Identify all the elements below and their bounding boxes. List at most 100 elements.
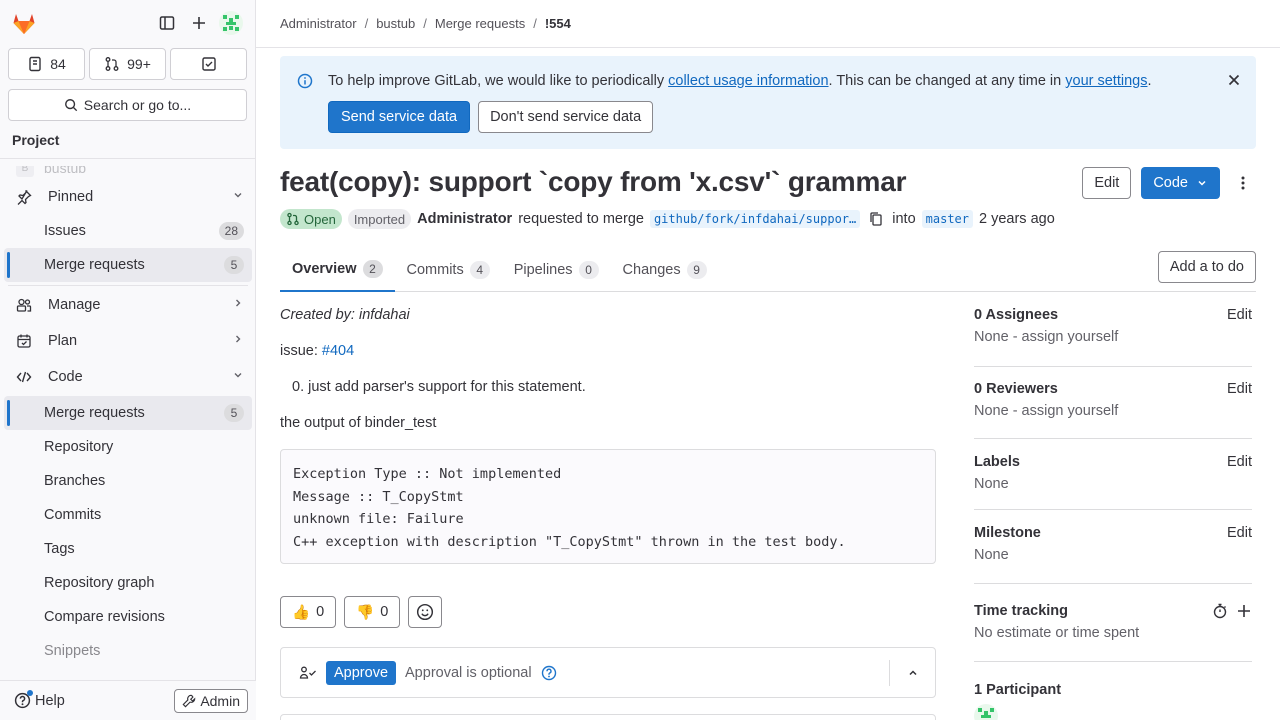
main-content: Administrator / bustub / Merge requests … [256, 0, 1280, 720]
sidebar-item-pinned-merge-requests[interactable]: Merge requests 5 [4, 248, 252, 282]
issues-count-button[interactable]: 84 [8, 48, 85, 80]
thumbs-down-button[interactable]: 👎 0 [344, 596, 401, 628]
merge-requests-badge: 5 [224, 404, 244, 422]
plus-icon[interactable] [183, 7, 215, 39]
approval-icon [299, 666, 316, 679]
sidebar-item-tags[interactable]: Tags [4, 532, 252, 566]
approval-status: Approval is optional [405, 664, 532, 681]
breadcrumb-separator: / [533, 16, 537, 31]
pin-icon [16, 189, 32, 205]
sidebar-item-manage[interactable]: Manage [4, 288, 252, 322]
tab-changes[interactable]: Changes 9 [611, 248, 719, 291]
todo-button[interactable] [170, 48, 247, 80]
tab-overview[interactable]: Overview 2 [280, 248, 395, 292]
sidebar-item-label: Commits [44, 507, 102, 523]
merge-request-icon [105, 57, 119, 71]
your-settings-link[interactable]: your settings [1065, 73, 1147, 89]
sidebar-item-commits[interactable]: Commits [4, 498, 252, 532]
collect-usage-link[interactable]: collect usage information [668, 73, 828, 89]
output-label: the output of binder_test [280, 415, 437, 431]
time-tracking-section: Time tracking No estimate or time spent [974, 584, 1252, 662]
project-item[interactable]: B bustub [0, 166, 256, 177]
admin-label: Admin [200, 692, 240, 709]
sidebar-item-label: Issues [44, 223, 86, 239]
sidebar-item-plan[interactable]: Plan [4, 324, 252, 358]
sidebar-item-merge-requests[interactable]: Merge requests 5 [4, 396, 252, 430]
issue-prefix: issue: [280, 343, 322, 359]
sidebar-item-code[interactable]: Code [4, 360, 252, 394]
copy-branch-icon[interactable] [868, 211, 884, 227]
tab-count: 0 [578, 260, 599, 279]
edit-button[interactable]: Edit [1082, 167, 1132, 199]
add-reaction-button[interactable] [408, 596, 443, 628]
milestone-edit-button[interactable]: Edit [1227, 525, 1252, 541]
sidebar-item-label: Manage [48, 297, 101, 313]
sidebar-pinned-toggle[interactable]: Pinned [4, 180, 252, 214]
stopwatch-icon[interactable] [1212, 603, 1228, 619]
sidebar-item-label: Tags [44, 541, 75, 557]
sidebar-bottom: Help Admin [0, 680, 256, 720]
dont-send-service-data-button[interactable]: Don't send service data [478, 101, 654, 133]
tab-pipelines[interactable]: Pipelines 0 [502, 248, 611, 291]
author-link[interactable]: Administrator [417, 211, 512, 227]
thumbs-up-button[interactable]: 👍 0 [280, 596, 337, 628]
reviewers-title: 0 Reviewers [974, 381, 1058, 397]
sidebar-item-compare-revisions[interactable]: Compare revisions [4, 600, 252, 634]
code-icon [16, 369, 32, 385]
sidebar-item-snippets[interactable]: Snippets [4, 634, 252, 668]
search-button[interactable]: Search or go to... [8, 89, 247, 121]
page-title: feat(copy): support `copy from 'x.csv'` … [280, 166, 907, 197]
plus-icon[interactable] [1236, 603, 1252, 619]
labels-edit-button[interactable]: Edit [1227, 454, 1252, 470]
sidebar-toggle-icon[interactable] [151, 7, 183, 39]
sidebar-item-repository[interactable]: Repository [4, 430, 252, 464]
chevron-up-icon[interactable] [889, 660, 935, 686]
chevron-down-icon [232, 369, 244, 385]
breadcrumb-item[interactable]: bustub [376, 16, 415, 31]
mr-tabs: Overview 2 Commits 4 Pipelines 0 Changes… [280, 248, 1256, 292]
approval-widget: Approve Approval is optional [280, 647, 936, 698]
reviewers-section: 0 Reviewers Edit None - assign yourself [974, 367, 1252, 439]
breadcrumb-current[interactable]: !554 [545, 16, 571, 31]
source-branch[interactable]: github/fork/infdahai/suppor… [649, 210, 861, 228]
sidebar-item-label: Repository [44, 439, 114, 455]
admin-button[interactable]: Admin [174, 688, 248, 713]
info-icon [297, 73, 313, 92]
reviewers-edit-button[interactable]: Edit [1227, 381, 1252, 397]
sidebar-item-issues[interactable]: Issues 28 [4, 214, 252, 248]
close-icon[interactable] [1226, 72, 1242, 91]
send-service-data-button[interactable]: Send service data [328, 101, 471, 133]
user-avatar[interactable] [215, 7, 247, 39]
participant-avatar[interactable] [974, 704, 1252, 720]
add-todo-button[interactable]: Add a to do [1157, 251, 1256, 283]
assignees-value[interactable]: None - assign yourself [974, 329, 1252, 345]
reaction-count: 0 [316, 604, 325, 620]
target-branch[interactable]: master [921, 210, 973, 228]
help-icon [14, 690, 33, 709]
time-tracking-actions [1212, 603, 1252, 619]
divider [8, 285, 248, 286]
sidebar-item-label: Merge requests [44, 405, 145, 421]
reviewers-value[interactable]: None - assign yourself [974, 403, 1252, 419]
breadcrumb-item[interactable]: Administrator [280, 16, 357, 31]
issue-link[interactable]: #404 [322, 343, 354, 359]
banner-buttons: Send service data Don't send service dat… [328, 101, 654, 133]
breadcrumb-separator: / [364, 16, 369, 31]
sidebar-item-repository-graph[interactable]: Repository graph [4, 566, 252, 600]
time-ago: 2 years ago [979, 211, 1055, 227]
reaction-count: 0 [380, 604, 389, 620]
approve-button[interactable]: Approve [326, 660, 397, 685]
assignees-edit-button[interactable]: Edit [1227, 307, 1252, 323]
reactions: 👍 0 👎 0 [280, 596, 443, 628]
tab-label: Overview [292, 261, 357, 277]
merge-requests-count-button[interactable]: 99+ [89, 48, 166, 80]
sidebar-item-branches[interactable]: Branches [4, 464, 252, 498]
tab-commits[interactable]: Commits 4 [395, 248, 502, 291]
help-button[interactable]: Help [14, 690, 174, 709]
question-icon[interactable] [541, 665, 557, 681]
imported-badge: Imported [347, 209, 412, 229]
breadcrumb-item[interactable]: Merge requests [435, 16, 525, 31]
gitlab-logo-icon[interactable] [10, 9, 38, 37]
code-dropdown-button[interactable]: Code [1141, 167, 1220, 199]
more-actions-icon[interactable] [1230, 175, 1256, 191]
